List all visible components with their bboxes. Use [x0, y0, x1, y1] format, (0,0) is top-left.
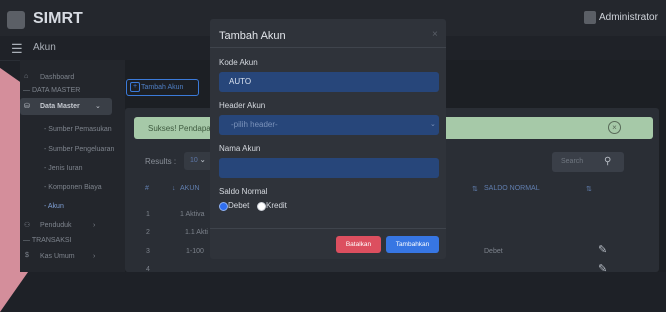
breadcrumb: Akun [33, 42, 56, 53]
header-akun-label: Header Akun [219, 101, 266, 110]
sidebar-item-penduduk[interactable]: Penduduk [40, 222, 72, 229]
home-icon: ⌂ [24, 73, 29, 80]
chevron-right-icon: › [93, 222, 96, 229]
sidebar-item-akun[interactable]: - Akun [44, 203, 64, 210]
chevron-down-icon: ⌄ [95, 103, 101, 110]
table-header-no: # [145, 185, 149, 192]
kode-akun-label: Kode Akun [219, 58, 258, 67]
header-akun-select[interactable]: -pilih header- [219, 115, 439, 135]
table-row-no: 3 [146, 248, 150, 255]
table-row-no: 2 [146, 229, 150, 236]
edit-icon[interactable]: ✎ [598, 262, 607, 275]
sidebar-item-sumber-pengeluaran[interactable]: - Sumber Pengeluaran [44, 146, 114, 153]
kode-akun-input[interactable]: AUTO [219, 72, 439, 92]
modal-footer-divider [210, 228, 446, 229]
add-account-button-label: Tambah Akun [141, 84, 184, 91]
table-row-no: 1 [146, 211, 150, 218]
sort-icon[interactable]: ↓ [172, 185, 176, 192]
sidebar-item-komponen-biaya[interactable]: - Komponen Biaya [44, 184, 102, 191]
sidebar-section-data-master: — DATA MASTER [23, 87, 81, 94]
search-icon[interactable]: ⚲ [604, 156, 611, 167]
table-header-saldo-normal[interactable]: SALDO NORMAL [484, 185, 540, 192]
nama-akun-input[interactable] [219, 158, 439, 178]
nama-akun-label: Nama Akun [219, 144, 261, 153]
sidebar-item-sumber-pemasukan[interactable]: - Sumber Pemasukan [44, 126, 112, 133]
sidebar-item-data-master[interactable]: Data Master [40, 103, 80, 110]
users-icon: ⚇ [24, 222, 31, 229]
sidebar-item-jenis-iuran[interactable]: - Jenis Iuran [44, 165, 83, 172]
table-row-akun: 1 Aktiva [180, 211, 205, 218]
sort-icon[interactable]: ⇅ [586, 185, 592, 193]
modal-close-icon[interactable]: × [432, 29, 438, 40]
table-row-saldo: Debet [484, 248, 503, 255]
search-input[interactable]: Search [552, 152, 624, 172]
dollar-icon: $ [25, 252, 29, 259]
app-brand[interactable]: SIMRT [33, 10, 83, 28]
table-row-akun: 1-100 [186, 248, 204, 255]
logo-icon [7, 11, 25, 29]
radio-debet[interactable] [219, 202, 228, 211]
table-header-akun[interactable]: AKUN [180, 185, 199, 192]
database-icon: ⛁ [24, 103, 30, 110]
chevron-down-icon: ⌄ [430, 121, 436, 128]
modal-title: Tambah Akun [219, 30, 286, 42]
results-value: 10 [190, 157, 198, 164]
close-icon[interactable]: × [608, 121, 621, 134]
plus-icon: + [130, 82, 140, 92]
sidebar-item-dashboard[interactable]: Dashboard [40, 74, 74, 81]
sort-icon[interactable]: ⇅ [472, 185, 478, 193]
add-account-modal [210, 19, 446, 259]
sidebar-item-kas-umum[interactable]: Kas Umum [40, 253, 75, 260]
results-label: Results : [145, 157, 177, 166]
submit-button[interactable]: Tambahkan [386, 236, 439, 253]
cancel-button[interactable]: Batalkan [336, 236, 381, 253]
user-avatar-icon[interactable] [584, 11, 596, 24]
sidebar-section-transaksi: — TRANSAKSI [23, 237, 72, 244]
radio-kredit-label[interactable]: Kredit [266, 201, 287, 210]
user-menu[interactable]: Administrator [599, 12, 658, 23]
modal-header-divider [210, 47, 446, 48]
radio-kredit[interactable] [257, 202, 266, 211]
chevron-right-icon: › [93, 253, 96, 260]
radio-debet-label[interactable]: Debet [228, 201, 249, 210]
table-row-akun: 1.1 Akti [185, 229, 208, 236]
saldo-normal-label: Saldo Normal [219, 187, 268, 196]
edit-icon[interactable]: ✎ [598, 243, 607, 256]
hamburger-icon[interactable]: ☰ [11, 41, 23, 57]
